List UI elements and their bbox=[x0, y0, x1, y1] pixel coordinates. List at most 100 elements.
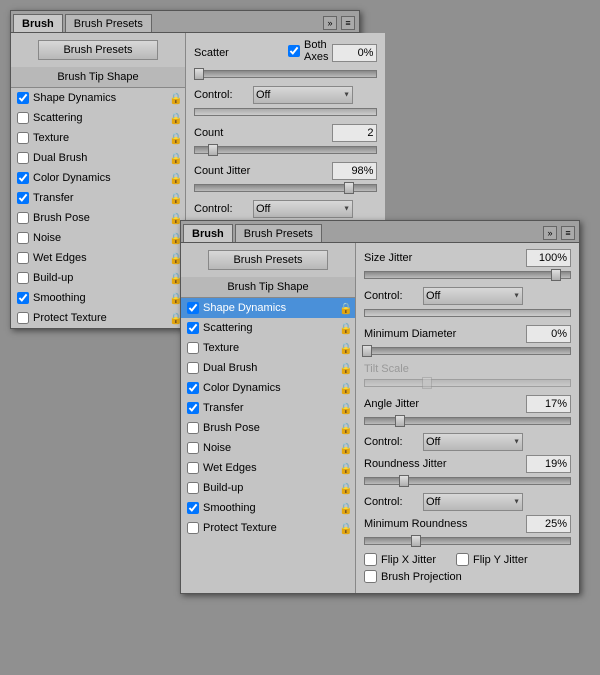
count-slider[interactable] bbox=[194, 146, 377, 154]
sidebar-item-noise-p1[interactable]: Noise 🔒 bbox=[11, 228, 185, 248]
min-roundness-slider-row bbox=[364, 537, 571, 549]
count-jitter-slider[interactable] bbox=[194, 184, 377, 192]
min-diameter-slider-row bbox=[364, 347, 571, 359]
p2-control3-dropdown[interactable]: Off bbox=[423, 493, 523, 511]
roundness-jitter-row: Roundness Jitter 19% bbox=[364, 455, 571, 473]
sidebar-item-color-dynamics-p2[interactable]: Color Dynamics 🔒 bbox=[181, 378, 355, 398]
p2-control1-dropdown-wrapper: Off bbox=[423, 287, 523, 305]
panel-brush-shape-dynamics: Brush Brush Presets » ≡ Brush Presets Br… bbox=[180, 220, 580, 594]
control2-dropdown-wrapper: Off bbox=[253, 200, 353, 218]
tab-brush-p2[interactable]: Brush bbox=[183, 224, 233, 242]
sidebar-item-transfer-p1[interactable]: Transfer 🔒 bbox=[11, 188, 185, 208]
lock-icon: 🔒 bbox=[341, 422, 351, 434]
lock-icon: 🔒 bbox=[341, 462, 351, 474]
min-diameter-value: 0% bbox=[526, 325, 571, 343]
lock-icon: 🔒 bbox=[341, 342, 351, 354]
sidebar-item-scattering-p2[interactable]: Scattering 🔒 bbox=[181, 318, 355, 338]
control1-slider[interactable] bbox=[194, 108, 377, 116]
angle-jitter-slider-row bbox=[364, 417, 571, 429]
lock-icon: 🔒 bbox=[341, 302, 351, 314]
sidebar-item-shape-dynamics-p1[interactable]: Shape Dynamics 🔒 bbox=[11, 88, 185, 108]
size-jitter-slider-row bbox=[364, 271, 571, 283]
min-roundness-slider[interactable] bbox=[364, 537, 571, 545]
sidebar-item-scattering-p1[interactable]: Scattering 🔒 bbox=[11, 108, 185, 128]
p2-control2-dropdown[interactable]: Off bbox=[423, 433, 523, 451]
sidebar-item-transfer-p2[interactable]: Transfer 🔒 bbox=[181, 398, 355, 418]
count-row: Count 2 bbox=[194, 124, 377, 142]
min-roundness-thumb[interactable] bbox=[411, 535, 421, 547]
tilt-scale-slider[interactable] bbox=[364, 379, 571, 387]
count-jitter-row: Count Jitter 98% bbox=[194, 162, 377, 180]
scatter-slider[interactable] bbox=[194, 70, 377, 78]
p2-control1-slider[interactable] bbox=[364, 309, 571, 317]
expand-icon-p1[interactable]: » bbox=[323, 16, 337, 30]
tab-brush-presets-p1[interactable]: Brush Presets bbox=[65, 14, 152, 32]
count-jitter-slider-row bbox=[194, 184, 377, 196]
angle-jitter-value: 17% bbox=[526, 395, 571, 413]
sidebar-item-wet-edges-p2[interactable]: Wet Edges 🔒 bbox=[181, 458, 355, 478]
brush-tip-shape-label-p1: Brush Tip Shape bbox=[11, 67, 185, 88]
lock-icon: 🔒 bbox=[341, 442, 351, 454]
count-slider-row bbox=[194, 146, 377, 158]
brush-proj-row: Brush Projection bbox=[364, 570, 571, 583]
scatter-value: 0% bbox=[332, 44, 377, 62]
sidebar-item-smoothing-p1[interactable]: Smoothing 🔒 bbox=[11, 288, 185, 308]
tab-brush-p1[interactable]: Brush bbox=[13, 14, 63, 32]
sidebar-item-dual-brush-p2[interactable]: Dual Brush 🔒 bbox=[181, 358, 355, 378]
p2-control1-extra bbox=[364, 309, 571, 321]
sidebar-item-texture-p1[interactable]: Texture 🔒 bbox=[11, 128, 185, 148]
sidebar-item-protect-texture-p2[interactable]: Protect Texture 🔒 bbox=[181, 518, 355, 538]
sidebar-item-buildup-p1[interactable]: Build-up 🔒 bbox=[11, 268, 185, 288]
sidebar-item-buildup-p2[interactable]: Build-up 🔒 bbox=[181, 478, 355, 498]
size-jitter-slider[interactable] bbox=[364, 271, 571, 279]
tilt-scale-thumb[interactable] bbox=[422, 377, 432, 389]
panel2-body: Brush Presets Brush Tip Shape Shape Dyna… bbox=[181, 243, 579, 593]
lock-icon: 🔒 bbox=[171, 172, 181, 184]
sidebar-item-shape-dynamics-p2[interactable]: Shape Dynamics 🔒 bbox=[181, 298, 355, 318]
count-value: 2 bbox=[332, 124, 377, 142]
control1-dropdown-wrapper: Off bbox=[253, 86, 353, 104]
control2-dropdown[interactable]: Off bbox=[253, 200, 353, 218]
roundness-jitter-slider[interactable] bbox=[364, 477, 571, 485]
count-jitter-value: 98% bbox=[332, 162, 377, 180]
control2-row: Control: Off bbox=[194, 200, 377, 218]
lock-icon: 🔒 bbox=[341, 362, 351, 374]
min-diameter-slider[interactable] bbox=[364, 347, 571, 355]
brush-presets-btn-p1[interactable]: Brush Presets bbox=[38, 40, 158, 60]
panel1-header-icons: » ≡ bbox=[323, 16, 357, 32]
count-jitter-thumb[interactable] bbox=[344, 182, 354, 194]
menu-icon-p2[interactable]: ≡ bbox=[561, 226, 575, 240]
sidebar-item-smoothing-p2[interactable]: Smoothing 🔒 bbox=[181, 498, 355, 518]
sidebar-item-noise-p2[interactable]: Noise 🔒 bbox=[181, 438, 355, 458]
angle-jitter-slider[interactable] bbox=[364, 417, 571, 425]
roundness-jitter-thumb[interactable] bbox=[399, 475, 409, 487]
panel2-header-icons: » ≡ bbox=[543, 226, 577, 242]
both-axes-checkbox[interactable] bbox=[288, 45, 300, 57]
angle-jitter-thumb[interactable] bbox=[395, 415, 405, 427]
flip-y-checkbox[interactable] bbox=[456, 553, 469, 566]
sidebar-item-wet-edges-p1[interactable]: Wet Edges 🔒 bbox=[11, 248, 185, 268]
panel2-header: Brush Brush Presets » ≡ bbox=[181, 221, 579, 243]
sidebar-item-brush-pose-p1[interactable]: Brush Pose 🔒 bbox=[11, 208, 185, 228]
brush-proj-checkbox[interactable] bbox=[364, 570, 377, 583]
flip-x-checkbox[interactable] bbox=[364, 553, 377, 566]
control1-dropdown[interactable]: Off bbox=[253, 86, 353, 104]
sidebar-item-dual-brush-p1[interactable]: Dual Brush 🔒 bbox=[11, 148, 185, 168]
min-diameter-row: Minimum Diameter 0% bbox=[364, 325, 571, 343]
scatter-thumb[interactable] bbox=[194, 68, 204, 80]
sidebar-item-protect-texture-p1[interactable]: Protect Texture 🔒 bbox=[11, 308, 185, 328]
expand-icon-p2[interactable]: » bbox=[543, 226, 557, 240]
scatter-row: Scatter Both Axes 0% bbox=[194, 39, 377, 66]
count-thumb[interactable] bbox=[208, 144, 218, 156]
brush-presets-btn-p2[interactable]: Brush Presets bbox=[208, 250, 328, 270]
sidebar-item-texture-p2[interactable]: Texture 🔒 bbox=[181, 338, 355, 358]
min-diameter-thumb[interactable] bbox=[362, 345, 372, 357]
p2-control1-dropdown[interactable]: Off bbox=[423, 287, 523, 305]
menu-icon-p1[interactable]: ≡ bbox=[341, 16, 355, 30]
size-jitter-thumb[interactable] bbox=[551, 269, 561, 281]
sidebar-item-color-dynamics-p1[interactable]: Color Dynamics 🔒 bbox=[11, 168, 185, 188]
p2-control1-row: Control: Off bbox=[364, 287, 571, 305]
tab-brush-presets-p2[interactable]: Brush Presets bbox=[235, 224, 322, 242]
lock-icon: 🔒 bbox=[341, 482, 351, 494]
sidebar-item-brush-pose-p2[interactable]: Brush Pose 🔒 bbox=[181, 418, 355, 438]
